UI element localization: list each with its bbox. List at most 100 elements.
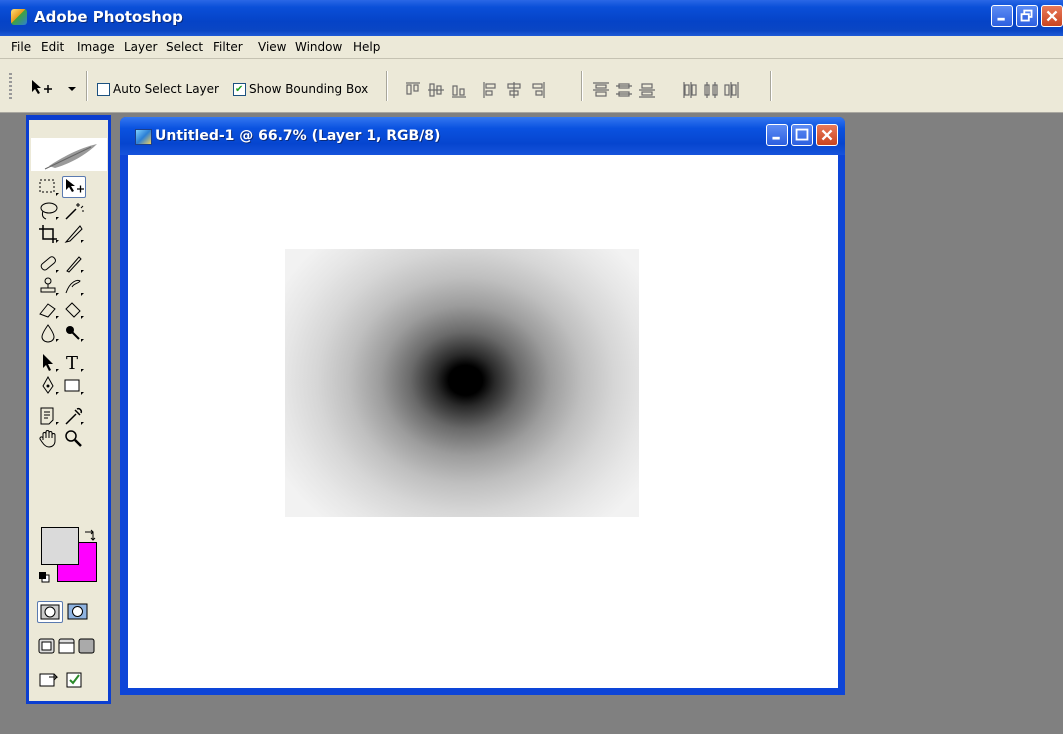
menu-view[interactable]: View xyxy=(258,40,286,54)
notes-tool-icon[interactable] xyxy=(37,405,61,427)
align-right-icon xyxy=(532,82,545,98)
swap-colors-icon[interactable] xyxy=(83,528,97,542)
auto-select-layer-label: Auto Select Layer xyxy=(113,82,219,96)
crop-tool-icon[interactable] xyxy=(37,223,61,245)
tool-preset-picker[interactable] xyxy=(30,79,80,101)
toolbox-panel: T xyxy=(26,115,111,704)
move-tool-icon xyxy=(32,80,76,94)
default-colors-icon[interactable] xyxy=(38,571,50,583)
zoom-tool-icon[interactable] xyxy=(62,428,86,450)
healing-brush-icon[interactable] xyxy=(37,253,61,275)
svg-text:T: T xyxy=(66,353,78,374)
menu-filter[interactable]: Filter xyxy=(213,40,243,54)
separator xyxy=(581,71,583,101)
distribute-buttons[interactable] xyxy=(592,81,762,99)
distribute-right-icon xyxy=(724,82,739,98)
align-bottom-icon xyxy=(452,85,466,98)
checkmark-icon: ✔ xyxy=(235,84,244,95)
menu-bar: File Edit Image Layer Select Filter View… xyxy=(0,36,1063,59)
distribute-left-icon xyxy=(683,82,697,98)
chevron-down-icon xyxy=(68,87,76,91)
align-left-icon xyxy=(483,82,496,98)
separator xyxy=(386,71,388,101)
app-window-controls xyxy=(991,5,1063,27)
show-bounding-box-checkbox[interactable]: ✔ xyxy=(233,83,246,96)
minimize-icon xyxy=(997,17,1005,21)
auto-select-layer-checkbox[interactable] xyxy=(97,83,110,96)
menu-file[interactable]: File xyxy=(11,40,31,54)
separator xyxy=(770,71,772,101)
menu-window[interactable]: Window xyxy=(295,40,342,54)
menu-select[interactable]: Select xyxy=(166,40,203,54)
pen-tool-icon[interactable] xyxy=(37,375,61,397)
move-tool-icon xyxy=(66,179,84,193)
document-close-button[interactable] xyxy=(816,124,838,146)
magic-wand-icon[interactable] xyxy=(62,200,86,222)
rectangle-tool-icon[interactable] xyxy=(62,375,86,397)
align-top-icon xyxy=(406,82,420,95)
quick-mask-icon[interactable] xyxy=(65,601,91,623)
close-icon xyxy=(1046,10,1058,22)
maximize-icon xyxy=(795,128,809,141)
menu-layer[interactable]: Layer xyxy=(124,40,157,54)
distribute-top-icon xyxy=(593,82,609,97)
app-title: Adobe Photoshop xyxy=(34,8,183,26)
move-tool-button[interactable] xyxy=(62,176,86,198)
jump-to-icon xyxy=(39,673,59,687)
minimize-icon xyxy=(772,136,780,140)
full-screen-menu-mode-icon xyxy=(58,638,75,654)
screen-mode-buttons[interactable] xyxy=(37,636,97,658)
eraser-tool-icon[interactable] xyxy=(37,299,61,321)
type-tool-icon[interactable]: T xyxy=(62,352,86,374)
align-horizontal-center-icon xyxy=(507,82,521,98)
align-vertical-center-icon xyxy=(428,83,444,97)
options-bar-grip[interactable] xyxy=(9,73,12,99)
align-buttons[interactable] xyxy=(404,81,574,99)
minimize-button[interactable] xyxy=(991,5,1013,27)
distribute-vertical-center-icon xyxy=(616,83,632,97)
standard-mode-icon xyxy=(40,604,60,620)
eyedropper-icon[interactable] xyxy=(62,405,86,427)
imageready-icon xyxy=(66,672,82,688)
lasso-tool-icon[interactable] xyxy=(37,200,61,222)
history-brush-icon[interactable] xyxy=(62,276,86,298)
brush-tool-icon[interactable] xyxy=(62,253,86,275)
document-window: Untitled-1 @ 66.7% (Layer 1, RGB/8) xyxy=(120,117,845,695)
standard-screen-mode-icon xyxy=(38,638,55,654)
blur-tool-icon[interactable] xyxy=(37,322,61,344)
options-bar: Auto Select Layer ✔ Show Bounding Box xyxy=(0,59,1063,113)
clone-stamp-icon[interactable] xyxy=(37,276,61,298)
distribute-horizontal-center-icon xyxy=(704,82,718,98)
foreground-color-swatch[interactable] xyxy=(41,527,79,565)
slice-tool-icon[interactable] xyxy=(62,223,86,245)
burn-tool-icon[interactable] xyxy=(62,322,86,344)
app-titlebar: Adobe Photoshop xyxy=(0,0,1063,36)
document-canvas[interactable] xyxy=(128,155,838,688)
restore-button[interactable] xyxy=(1016,5,1038,27)
hand-tool-icon[interactable] xyxy=(37,428,61,450)
photoshop-app-icon[interactable] xyxy=(11,9,27,25)
document-icon xyxy=(135,129,152,145)
feather-logo-icon[interactable] xyxy=(31,138,107,171)
distribute-bottom-icon xyxy=(639,83,655,98)
paint-bucket-icon[interactable] xyxy=(62,299,86,321)
standard-mode-button[interactable] xyxy=(37,601,63,623)
document-maximize-button[interactable] xyxy=(791,124,813,146)
full-screen-mode-icon xyxy=(78,638,95,654)
menu-image[interactable]: Image xyxy=(77,40,115,54)
menu-edit[interactable]: Edit xyxy=(41,40,64,54)
document-minimize-button[interactable] xyxy=(766,124,788,146)
marquee-tool-icon[interactable] xyxy=(37,176,61,198)
close-button[interactable] xyxy=(1041,5,1063,27)
document-window-controls xyxy=(766,124,838,146)
show-bounding-box-label: Show Bounding Box xyxy=(249,82,369,96)
jump-to-imageready-button[interactable] xyxy=(37,669,101,691)
restore-icon xyxy=(1020,9,1033,22)
document-title: Untitled-1 @ 66.7% (Layer 1, RGB/8) xyxy=(155,128,441,144)
path-selection-icon[interactable] xyxy=(37,352,61,374)
separator xyxy=(86,71,88,101)
menu-help[interactable]: Help xyxy=(353,40,380,54)
document-titlebar[interactable]: Untitled-1 @ 66.7% (Layer 1, RGB/8) xyxy=(120,117,845,155)
close-icon xyxy=(821,129,833,141)
layer-1-radial-gradient[interactable] xyxy=(285,249,639,517)
